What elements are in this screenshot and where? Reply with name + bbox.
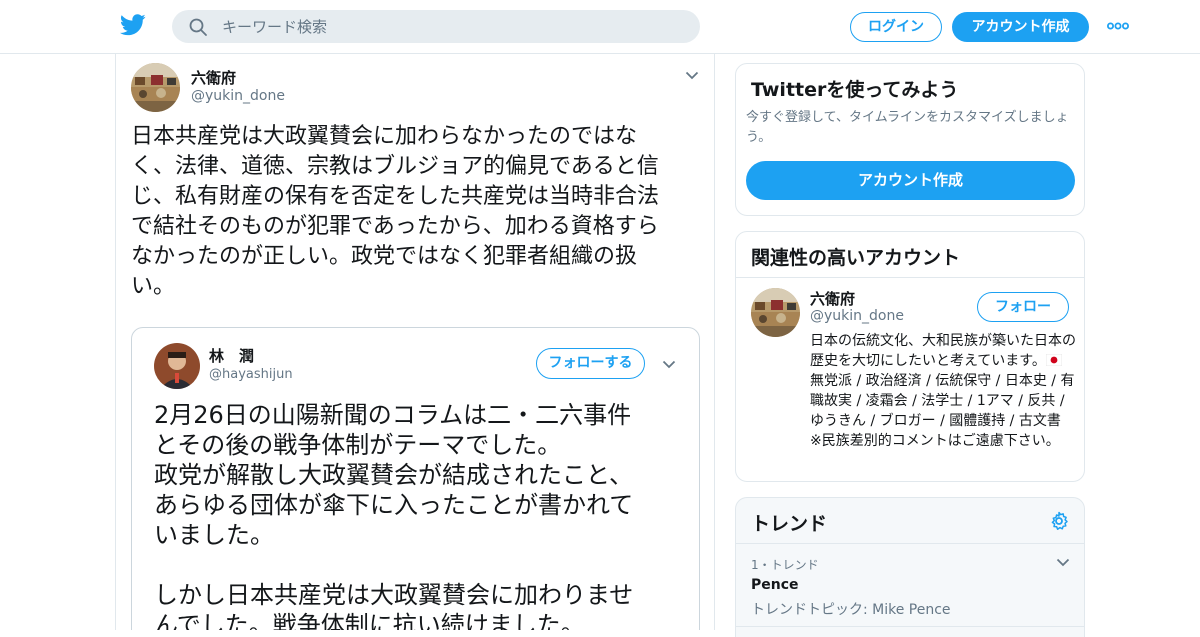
chevron-down-icon[interactable]: [685, 71, 699, 80]
signup-button[interactable]: アカウント作成: [952, 12, 1089, 42]
tweet-text: 日本共産党は大政翼賛会に加わらなかったのではな く、法律、道徳、宗教はブルジョア…: [131, 124, 660, 299]
divider: [736, 277, 1084, 278]
tweet-column: 六衛府 @yukin_done 日本共産党は大政翼賛会に加わらなかったのではな …: [115, 54, 715, 630]
search-box[interactable]: [172, 10, 700, 43]
divider: [736, 626, 1084, 627]
trends-title: トレンド: [751, 513, 828, 535]
quoted-handle: @hayashijun: [209, 367, 293, 382]
japan-flag-icon: [1045, 354, 1062, 366]
signup-card: Twitterを使ってみよう 今すぐ登録して、タイムラインをカスタマイズしましょ…: [735, 63, 1085, 216]
related-account-name[interactable]: 六衛府: [810, 288, 855, 309]
more-options-icon[interactable]: [1107, 22, 1129, 30]
quoted-name: 林 潤: [209, 347, 255, 365]
quoted-avatar: [154, 343, 200, 389]
signup-card-button[interactable]: アカウント作成: [746, 161, 1075, 200]
search-input[interactable]: [222, 10, 682, 43]
quoted-avatar-image: [154, 343, 200, 389]
avatar[interactable]: [751, 288, 800, 337]
related-account-handle[interactable]: @yukin_done: [810, 308, 904, 324]
chevron-down-icon: [662, 360, 676, 369]
divider: [736, 543, 1084, 544]
trends-card: トレンド 1・トレンド Pence トレンドトピック: Mike Pence: [735, 497, 1085, 637]
signup-card-subtitle: 今すぐ登録して、タイムラインをカスタマイズしましょう。: [746, 110, 1069, 145]
signup-card-title: Twitterを使ってみよう: [751, 79, 959, 101]
related-accounts-title: 関連性の高いアカウント: [751, 247, 961, 269]
avatar-image: [751, 288, 800, 337]
author-handle[interactable]: @yukin_done: [191, 88, 285, 104]
chevron-down-icon[interactable]: [1056, 558, 1070, 567]
twitter-bird-icon[interactable]: [120, 14, 146, 36]
top-navigation-bar: ログイン アカウント作成: [0, 0, 1200, 54]
author-name[interactable]: 六衛府: [191, 67, 236, 88]
related-account-bio: 日本の伝統文化、大和民族が築いた日本の歴史を大切にしたいと考えています。 無党派…: [810, 331, 1076, 451]
trend-topic: トレンドトピック: Mike Pence: [751, 602, 951, 618]
bio-text-continued: 無党派 / 政治経済 / 伝統保守 / 日本史 / 有職故実 / 凌霜会 / 法…: [810, 373, 1075, 449]
related-accounts-card: 関連性の高いアカウント 六衛府 @yukin_done フォロー 日本の伝統文化…: [735, 231, 1085, 482]
quoted-follow-button: フォローする: [536, 348, 645, 379]
login-button[interactable]: ログイン: [850, 12, 942, 42]
quoted-text: 2月26日の山陽新聞のコラムは二・二六事件 とその後の戦争体制がテーマでした。 …: [154, 401, 634, 630]
bio-text: 日本の伝統文化、大和民族が築いた日本の歴史を大切にしたいと考えています。: [810, 333, 1076, 369]
avatar-image: [131, 63, 180, 112]
gear-icon[interactable]: [1049, 511, 1069, 531]
trend-rank: 1・トレンド: [751, 558, 819, 572]
tweet-image[interactable]: 林 潤 @hayashijun フォローする 2月26日の山陽新聞のコラムは二・…: [131, 327, 700, 630]
trend-name[interactable]: Pence: [751, 577, 799, 593]
avatar[interactable]: [131, 63, 180, 112]
search-icon: [189, 18, 207, 36]
follow-button[interactable]: フォロー: [977, 292, 1069, 322]
